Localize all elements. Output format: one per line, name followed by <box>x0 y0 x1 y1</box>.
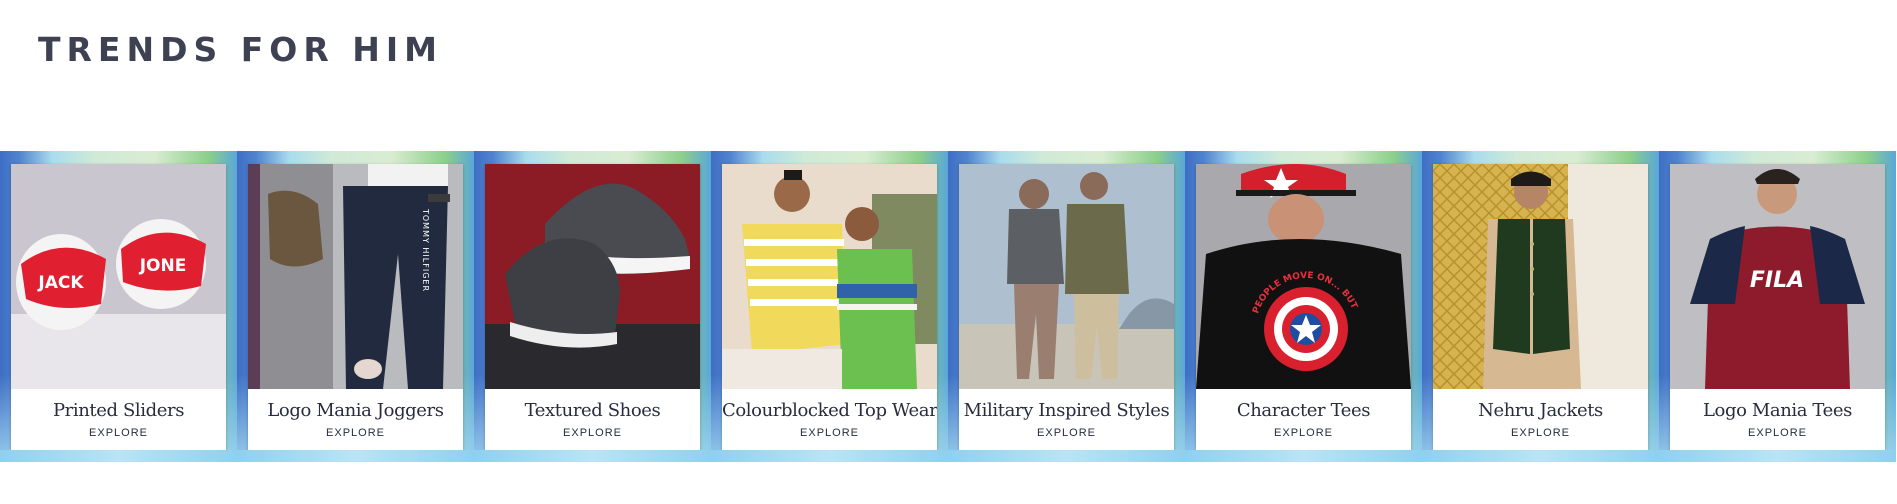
explore-link[interactable]: EXPLORE <box>1670 427 1885 439</box>
product-image-character-tees[interactable]: PEOPLE MOVE ON... BUT NOT ME <box>1196 164 1411 389</box>
explore-link[interactable]: EXPLORE <box>1433 427 1648 439</box>
explore-link[interactable]: EXPLORE <box>959 427 1174 439</box>
card-panel: Textured Shoes EXPLORE <box>485 164 700 450</box>
joggers-icon: TOMMY HILFIGER <box>248 164 463 389</box>
explore-link[interactable]: EXPLORE <box>485 427 700 439</box>
trend-card-logo-mania-tees[interactable]: FILA Logo Mania Tees EXPLORE <box>1659 151 1896 462</box>
card-panel: Military Inspired Styles EXPLORE <box>959 164 1174 450</box>
product-image-nehru-jackets[interactable] <box>1433 164 1648 389</box>
svg-text:FILA: FILA <box>1750 268 1804 293</box>
card-title: Colourblocked Top Wear <box>722 400 937 421</box>
card-panel: FILA Logo Mania Tees EXPLORE <box>1670 164 1885 450</box>
explore-link[interactable]: EXPLORE <box>722 427 937 439</box>
explore-link[interactable]: EXPLORE <box>1196 427 1411 439</box>
product-image-shoes[interactable] <box>485 164 700 389</box>
product-image-topwear[interactable] <box>722 164 937 389</box>
trend-card-nehru-jackets[interactable]: Nehru Jackets EXPLORE <box>1422 151 1659 462</box>
tshirt-icon: FILA <box>1670 164 1885 389</box>
explore-link[interactable]: EXPLORE <box>248 427 463 439</box>
card-title: Printed Sliders <box>52 400 185 421</box>
trends-carousel: JACK JONE Printed Sliders EXPLORE TOMMY … <box>0 151 1897 462</box>
card-title: Logo Mania Tees <box>1703 400 1852 421</box>
trend-card-printed-sliders[interactable]: JACK JONE Printed Sliders EXPLORE <box>0 151 237 462</box>
trend-card-military-inspired-styles[interactable]: Military Inspired Styles EXPLORE <box>948 151 1185 462</box>
vest-icon <box>1433 164 1648 389</box>
card-panel: JACK JONE Printed Sliders EXPLORE <box>11 164 226 450</box>
card-title: Logo Mania Joggers <box>267 400 444 421</box>
card-panel: Nehru Jackets EXPLORE <box>1433 164 1648 450</box>
svg-text:TOMMY HILFIGER: TOMMY HILFIGER <box>421 208 430 292</box>
tshirt-icon: PEOPLE MOVE ON... BUT NOT ME <box>1196 164 1411 389</box>
card-panel: TOMMY HILFIGER Logo Mania Joggers EXPLOR… <box>248 164 463 450</box>
trend-card-textured-shoes[interactable]: Textured Shoes EXPLORE <box>474 151 711 462</box>
product-image-military[interactable] <box>959 164 1174 389</box>
product-image-sliders[interactable]: JACK JONE <box>11 164 226 389</box>
product-image-logo-tees[interactable]: FILA <box>1670 164 1885 389</box>
card-title: Textured Shoes <box>524 400 661 421</box>
shoe-icon <box>485 164 700 389</box>
tshirt-icon <box>722 164 937 389</box>
trend-card-character-tees[interactable]: PEOPLE MOVE ON... BUT NOT ME Character T… <box>1185 151 1422 462</box>
svg-text:JACK: JACK <box>37 273 84 293</box>
svg-text:JONE: JONE <box>139 256 187 276</box>
jacket-icon <box>959 164 1174 389</box>
card-title: Nehru Jackets <box>1478 400 1603 421</box>
trend-card-logo-mania-joggers[interactable]: TOMMY HILFIGER Logo Mania Joggers EXPLOR… <box>237 151 474 462</box>
trend-card-colourblocked-top-wear[interactable]: Colourblocked Top Wear EXPLORE <box>711 151 948 462</box>
card-panel: Colourblocked Top Wear EXPLORE <box>722 164 937 450</box>
card-title: Character Tees <box>1236 400 1371 421</box>
card-title: Military Inspired Styles <box>963 400 1170 421</box>
product-image-joggers[interactable]: TOMMY HILFIGER <box>248 164 463 389</box>
explore-link[interactable]: EXPLORE <box>11 427 226 439</box>
slider-icon: JACK JONE <box>11 164 226 389</box>
card-panel: PEOPLE MOVE ON... BUT NOT ME Character T… <box>1196 164 1411 450</box>
section-title: TRENDS FOR HIM <box>38 30 443 69</box>
